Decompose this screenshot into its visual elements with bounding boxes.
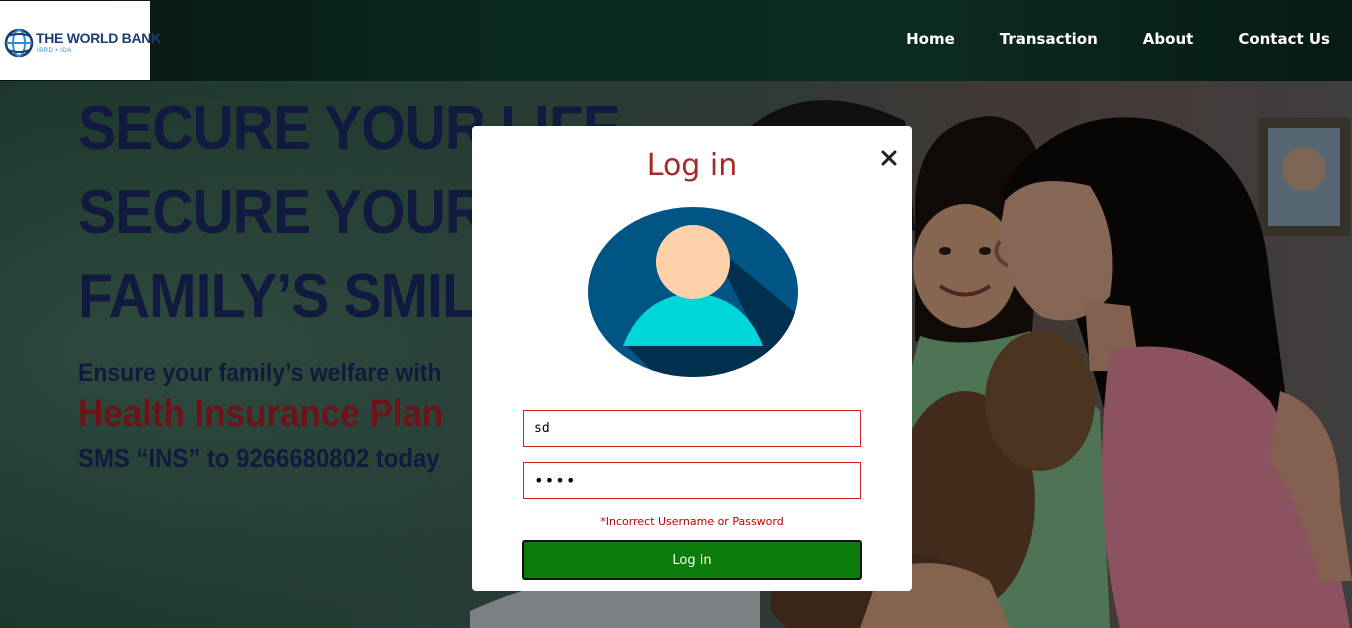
login-submit-button[interactable]: Log in [522,540,862,580]
globe-icon [4,23,34,67]
modal-title: Log in [646,148,738,183]
logo-subtitle: IBRD • IDA [37,48,72,54]
nav-link-home[interactable]: Home [906,30,955,48]
close-icon[interactable] [876,145,902,171]
logo-title: THE WORLD BANK [36,30,161,46]
nav-link-contact-us[interactable]: Contact Us [1238,30,1330,48]
login-error-message: *Incorrect Username or Password [600,515,784,528]
world-bank-logo[interactable]: THE WORLD BANK IBRD • IDA [0,1,161,80]
main-nav: Home Transaction About Contact Us [906,0,1352,78]
site-header: THE WORLD BANK IBRD • IDA Home Transacti… [0,0,1352,81]
nav-link-transaction[interactable]: Transaction [1000,30,1098,48]
login-modal: Log in *Incorrect Us [472,126,912,591]
nav-link-about[interactable]: About [1143,30,1194,48]
user-avatar-icon [587,206,799,382]
username-input[interactable] [523,410,861,447]
page: THE WORLD BANK IBRD • IDA Home Transacti… [0,0,1352,628]
password-input[interactable] [523,462,861,499]
